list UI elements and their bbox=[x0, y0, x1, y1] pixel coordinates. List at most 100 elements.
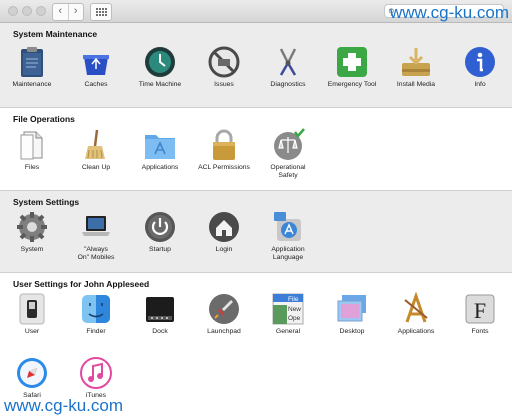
item-user[interactable]: User bbox=[0, 292, 64, 336]
item-maintenance[interactable]: Maintenance bbox=[0, 45, 64, 89]
forward-button[interactable]: › bbox=[69, 4, 84, 20]
item-label: Fonts bbox=[471, 328, 489, 335]
lock-icon bbox=[213, 129, 235, 160]
section-title: System Settings bbox=[13, 197, 80, 207]
item-user-applications[interactable]: Applications bbox=[384, 292, 448, 336]
svg-text:New: New bbox=[288, 306, 301, 313]
item-label: Caches bbox=[84, 81, 108, 88]
app-language-icon bbox=[274, 212, 301, 241]
rocket-icon bbox=[209, 294, 239, 324]
item-label: Applications bbox=[141, 164, 179, 171]
item-label: Application Language bbox=[271, 246, 305, 261]
section-title: User Settings for John Appleseed bbox=[13, 279, 150, 289]
item-fonts[interactable]: F Fonts bbox=[448, 292, 512, 336]
zoom-window-button[interactable] bbox=[36, 6, 46, 16]
music-note-icon bbox=[80, 357, 112, 389]
item-label: Diagnostics bbox=[270, 81, 306, 88]
home-icon bbox=[209, 212, 239, 242]
broom-icon bbox=[85, 129, 105, 159]
item-files[interactable]: Files bbox=[0, 128, 64, 172]
no-entry-icon bbox=[208, 46, 240, 78]
item-label: Launchpad bbox=[207, 328, 241, 335]
item-clean-up[interactable]: Clean Up bbox=[64, 128, 128, 172]
close-window-button[interactable] bbox=[8, 6, 18, 16]
item-always-on-mobiles[interactable]: "Always On" Mobiles bbox=[64, 210, 128, 262]
item-login[interactable]: Login bbox=[192, 210, 256, 254]
item-safari[interactable]: Safari bbox=[0, 356, 64, 400]
info-icon bbox=[465, 47, 495, 77]
item-startup[interactable]: Startup bbox=[128, 210, 192, 254]
item-info[interactable]: Info bbox=[448, 45, 512, 89]
document-icon bbox=[20, 131, 43, 160]
item-label: Info bbox=[474, 81, 486, 88]
item-finder[interactable]: Finder bbox=[64, 292, 128, 336]
item-itunes[interactable]: iTunes bbox=[64, 356, 128, 400]
item-label: Time Machine bbox=[138, 81, 182, 88]
item-install-media[interactable]: Install Media bbox=[384, 45, 448, 89]
compass-icon bbox=[17, 358, 47, 388]
general-menu-icon: File New Ope bbox=[272, 293, 304, 325]
item-acl-permissions[interactable]: ACL Permissions bbox=[192, 128, 256, 172]
item-application-language[interactable]: Application Language bbox=[256, 210, 320, 262]
section-file-operations: File Operations Files Clean Up Applicati… bbox=[0, 108, 512, 191]
item-desktop[interactable]: Desktop bbox=[320, 292, 384, 336]
power-icon bbox=[145, 212, 175, 242]
laptop-icon bbox=[82, 216, 110, 236]
watermark-bottom: www.cg-ku.com bbox=[4, 396, 124, 415]
light-switch-icon bbox=[19, 293, 45, 325]
recycle-bin-icon bbox=[83, 55, 109, 75]
item-label: User bbox=[24, 328, 40, 335]
applications-tools-icon bbox=[404, 292, 428, 323]
item-label: ACL Permissions bbox=[198, 164, 250, 171]
item-dock[interactable]: Dock bbox=[128, 292, 192, 336]
section-title: System Maintenance bbox=[13, 29, 98, 39]
item-time-machine[interactable]: Time Machine bbox=[128, 45, 192, 89]
item-launchpad[interactable]: Launchpad bbox=[192, 292, 256, 336]
dock-icon bbox=[146, 297, 174, 322]
item-label: Login bbox=[215, 246, 233, 253]
clipboard-icon bbox=[21, 47, 43, 77]
item-label: Files bbox=[24, 164, 40, 171]
section-system-maintenance: System Maintenance Maintenance Caches Ti… bbox=[0, 23, 512, 108]
watermark-top: www.cg-ku.com bbox=[390, 3, 510, 22]
item-label: Clean Up bbox=[81, 164, 111, 171]
scales-icon bbox=[274, 128, 305, 160]
section-system-settings: System Settings System "Always On" Mobil… bbox=[0, 191, 512, 273]
item-label: Install Media bbox=[396, 81, 436, 88]
back-button[interactable]: ‹ bbox=[53, 4, 69, 20]
install-media-icon bbox=[402, 48, 430, 76]
item-applications[interactable]: Applications bbox=[128, 128, 192, 172]
item-label: Maintenance bbox=[12, 81, 52, 88]
item-label: Dock bbox=[152, 328, 168, 335]
item-label: Finder bbox=[86, 328, 106, 335]
item-operational-safety[interactable]: Operational Safety bbox=[256, 128, 320, 180]
item-general[interactable]: File New Ope General bbox=[256, 292, 320, 336]
svg-text:F: F bbox=[474, 298, 486, 323]
item-label: Desktop bbox=[339, 328, 365, 335]
item-label: Emergency Tool bbox=[327, 81, 377, 88]
item-diagnostics[interactable]: Diagnostics bbox=[256, 45, 320, 89]
svg-text:Ope: Ope bbox=[288, 315, 301, 322]
item-caches[interactable]: Caches bbox=[64, 45, 128, 89]
calipers-icon bbox=[279, 48, 297, 76]
item-label: General bbox=[275, 328, 301, 335]
svg-text:File: File bbox=[288, 296, 299, 303]
item-label: Issues bbox=[214, 81, 234, 88]
applications-folder-icon bbox=[145, 135, 175, 159]
finder-icon bbox=[82, 295, 110, 323]
item-label: Operational Safety bbox=[270, 164, 306, 179]
item-emergency-tool[interactable]: Emergency Tool bbox=[320, 45, 384, 89]
item-system[interactable]: System bbox=[0, 210, 64, 254]
item-label: Applications bbox=[397, 328, 435, 335]
item-issues[interactable]: Issues bbox=[192, 45, 256, 89]
time-machine-icon bbox=[145, 47, 175, 77]
item-label: "Always On" Mobiles bbox=[77, 246, 115, 261]
first-aid-icon bbox=[337, 47, 367, 77]
show-all-button[interactable] bbox=[90, 3, 112, 21]
fonts-icon: F bbox=[465, 294, 495, 324]
item-label: Startup bbox=[149, 246, 171, 253]
item-label: System bbox=[20, 246, 44, 253]
minimize-window-button[interactable] bbox=[22, 6, 32, 16]
desktop-icon bbox=[337, 295, 366, 322]
section-title: File Operations bbox=[13, 114, 75, 124]
